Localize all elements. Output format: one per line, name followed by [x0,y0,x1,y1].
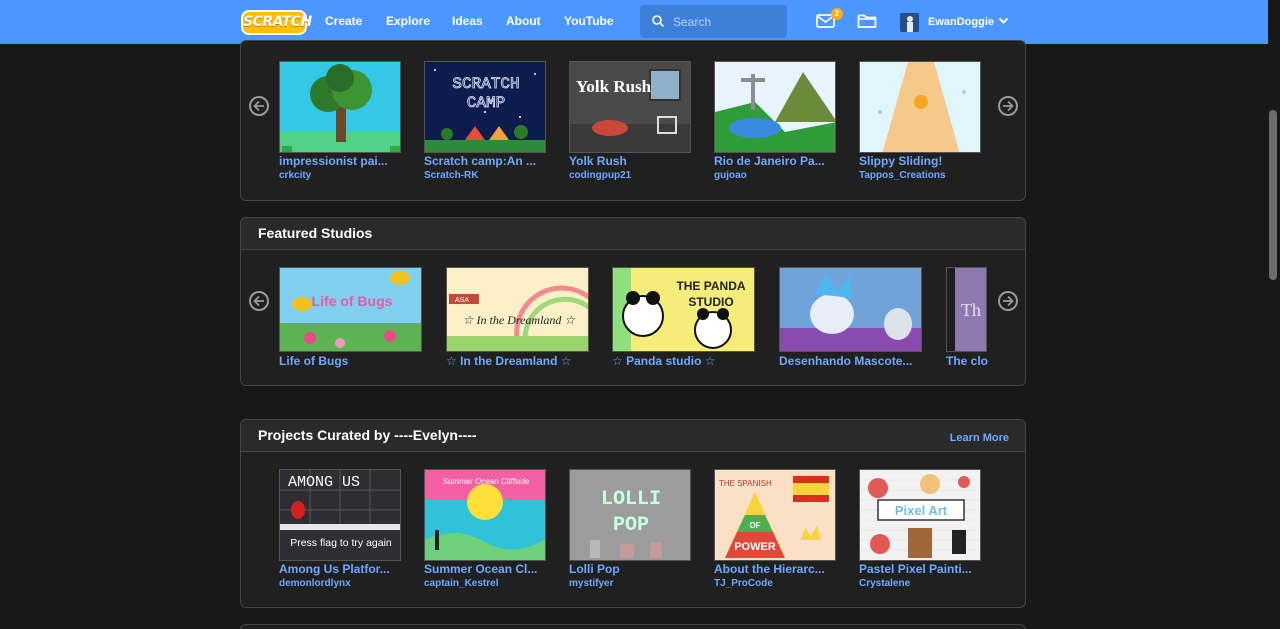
arrow-left-icon [253,295,264,307]
carousel-left-arrow[interactable] [249,96,269,116]
svg-text:STUDIO: STUDIO [688,295,733,309]
thumb-text-asa: ASA [455,297,469,304]
scratch-logo[interactable]: SCRATCH [241,10,312,35]
search-input[interactable]: Search [640,5,787,38]
message-count-badge: 2 [831,8,843,20]
thumb-text-the-clo: Th [961,300,981,320]
arrow-right-icon [1003,295,1014,307]
scrollbar-track[interactable] [1268,0,1280,629]
thumb-text-lolli: LOLLI [601,488,661,511]
studio-title[interactable]: Life of Bugs [279,354,422,368]
arrow-right-icon [1003,100,1014,112]
thumb-text-press-flag: Press flag to try again [290,537,392,549]
studio-thumbnail[interactable]: THE PANDA STUDIO [612,267,755,352]
project-title[interactable]: Yolk Rush [569,154,691,168]
project-author[interactable]: mystifyer [569,578,613,589]
project-title[interactable]: Summer Ocean Cl... [424,562,546,576]
scrollbar-thumb[interactable] [1269,110,1277,280]
thumb-text-scratch-camp: SCRATCH [452,75,519,93]
thumb-text-yolk-rush: Yolk Rush [576,77,652,96]
project-author[interactable]: codingpup21 [569,170,631,181]
project-thumbnail[interactable] [714,61,836,153]
svg-text:CAMP: CAMP [467,94,505,112]
carousel-right-arrow[interactable] [998,291,1018,311]
nav-link-ideas[interactable]: Ideas [452,14,483,28]
nav-link-create[interactable]: Create [325,14,362,28]
section-title: Featured Studios [258,225,373,241]
avatar[interactable] [900,13,919,32]
project-title[interactable]: Pastel Pixel Painti... [859,562,981,576]
project-thumbnail[interactable]: Yolk Rush [569,61,691,153]
studio-title[interactable]: Desenhando Mascote... [779,354,922,368]
thumb-text-panda: THE PANDA [676,279,745,293]
project-author[interactable]: Crystalene [859,578,910,589]
thumb-text-the-spanish: THE SPANISH [719,479,772,488]
search-placeholder: Search [673,15,712,29]
studio-thumbnail[interactable]: Life of Bugs [279,267,422,352]
thumb-text-of: OF [749,521,760,530]
project-title[interactable]: Scratch camp:An ... [424,154,546,168]
project-author[interactable]: TJ_ProCode [714,578,773,589]
studio-thumbnail[interactable]: Th [946,267,987,352]
project-author[interactable]: demonlordlynx [279,578,351,589]
project-thumbnail[interactable] [859,61,981,153]
project-author[interactable]: crkcity [279,170,311,181]
project-title[interactable]: About the Hierarc... [714,562,836,576]
studio-title[interactable]: The clo [946,354,988,368]
project-author[interactable]: Tappos_Creations [859,170,946,181]
project-author[interactable]: captain_Kestrel [424,578,498,589]
featured-studios-box: Featured Studios Life of Bugs ASA ☆ In t… [240,217,1026,386]
project-thumbnail[interactable]: LOLLI POP [569,469,691,561]
thumb-text-life-of-bugs: Life of Bugs [312,293,393,309]
project-title[interactable]: impressionist pai... [279,154,401,168]
nav-link-about[interactable]: About [506,14,541,28]
chevron-down-icon[interactable] [998,17,1009,25]
studio-title[interactable]: ☆ In the Dreamland ☆ [446,354,589,368]
next-section-box-edge [240,624,1026,629]
thumb-text-summer-ocean: Summer Ocean Cliffside [443,477,530,486]
curated-header: Projects Curated by ----Evelyn---- Learn… [241,420,1025,452]
projects-row-top: SCRATCH CAMP Yolk Rush impressionist pai… [240,40,1026,201]
learn-more-link[interactable]: Learn More [950,432,1009,444]
section-title: Projects Curated by ----Evelyn---- [258,427,477,443]
username[interactable]: EwanDoggie [928,16,994,28]
thumb-text-power: POWER [734,541,776,553]
project-thumbnail[interactable] [279,61,401,153]
thumb-text-pixel-art: Pixel Art [895,503,948,518]
project-title[interactable]: Lolli Pop [569,562,691,576]
project-title[interactable]: Rio de Janeiro Pa... [714,154,836,168]
studio-title[interactable]: ☆ Panda studio ☆ [612,354,755,368]
carousel-left-arrow[interactable] [249,291,269,311]
project-author[interactable]: gujoao [714,170,747,181]
project-title[interactable]: Among Us Platfor... [279,562,401,576]
thumb-text-among-us: AMONG US [288,474,360,491]
svg-text:POP: POP [613,514,649,537]
project-author[interactable]: Scratch-RK [424,170,478,181]
nav-link-youtube[interactable]: YouTube [564,14,614,28]
project-thumbnail[interactable]: Summer Ocean Cliffside [424,469,546,561]
nav-link-explore[interactable]: Explore [386,14,430,28]
project-thumbnail[interactable]: THE SPANISH OF POWER [714,469,836,561]
curated-projects-box: Projects Curated by ----Evelyn---- Learn… [240,419,1026,608]
project-title[interactable]: Slippy Sliding! [859,154,981,168]
search-icon [652,15,664,27]
arrow-left-icon [253,100,264,112]
studio-thumbnail[interactable]: ASA ☆ In the Dreamland ☆ [446,267,589,352]
project-thumbnail[interactable]: AMONG US Press flag to try again [279,469,401,561]
featured-studios-header: Featured Studios [241,218,1025,250]
studio-thumbnail[interactable] [779,267,922,352]
my-stuff-folder-icon[interactable] [857,13,877,29]
top-navigation-bar: SCRATCH Create Explore Ideas About YouTu… [0,0,1268,44]
project-thumbnail[interactable]: SCRATCH CAMP [424,61,546,153]
carousel-right-arrow[interactable] [998,96,1018,116]
project-thumbnail[interactable]: Pixel Art [859,469,981,561]
thumb-text-dreamland: ☆ In the Dreamland ☆ [463,313,577,327]
